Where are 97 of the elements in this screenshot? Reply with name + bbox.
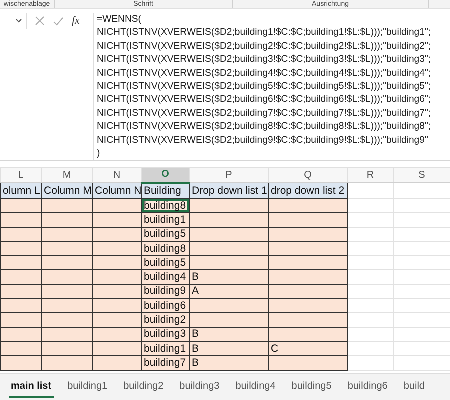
- table-cell[interactable]: B: [190, 270, 268, 284]
- table-cell[interactable]: [190, 312, 268, 328]
- table-cell[interactable]: building1: [142, 212, 190, 228]
- table-cell[interactable]: building8: [142, 241, 190, 256]
- header-cell: Drop down list 1: [190, 182, 268, 198]
- table-cell[interactable]: [92, 298, 142, 313]
- table-cell[interactable]: [92, 312, 142, 328]
- table-cell[interactable]: [0, 298, 42, 313]
- column-header[interactable]: R: [348, 168, 394, 182]
- table-cell[interactable]: B: [190, 327, 268, 342]
- table-cell[interactable]: [0, 212, 42, 228]
- table-cell[interactable]: [42, 241, 92, 256]
- table-cell[interactable]: [0, 327, 42, 342]
- table-cell[interactable]: [0, 356, 42, 370]
- check-icon[interactable]: [53, 16, 64, 26]
- table-cell[interactable]: building5: [142, 256, 190, 270]
- table-cell[interactable]: [268, 356, 348, 370]
- table-cell[interactable]: [268, 198, 348, 213]
- table-cell[interactable]: [42, 256, 92, 270]
- table-cell[interactable]: [268, 298, 348, 313]
- header-cell: olumn L: [0, 182, 42, 198]
- table-cell[interactable]: [190, 212, 268, 228]
- table-cell[interactable]: [268, 284, 348, 299]
- table-cell[interactable]: [42, 198, 92, 213]
- table-cell[interactable]: [0, 256, 42, 270]
- column-header[interactable]: Q: [268, 168, 348, 182]
- table-cell[interactable]: [0, 241, 42, 256]
- table-cell[interactable]: building4: [142, 270, 190, 284]
- table-cell[interactable]: [92, 198, 142, 213]
- sheet-tab[interactable]: building5: [290, 376, 334, 398]
- table-cell[interactable]: building7: [142, 356, 190, 370]
- table-cell[interactable]: building1: [142, 341, 190, 356]
- table-cell[interactable]: building2: [142, 312, 190, 328]
- sheet-tab[interactable]: building1: [66, 376, 110, 398]
- table-cell[interactable]: [268, 241, 348, 256]
- dropdown-caret-icon[interactable]: [16, 19, 22, 23]
- table-cell[interactable]: A: [190, 284, 268, 299]
- table-cell[interactable]: [190, 241, 268, 256]
- table-cell[interactable]: [0, 198, 42, 213]
- header-cell: drop down list 2: [268, 182, 348, 198]
- insert-function-button[interactable]: fx: [72, 15, 80, 27]
- table-cell[interactable]: [190, 198, 268, 213]
- table-cell[interactable]: [268, 256, 348, 270]
- sheet-tab[interactable]: build: [402, 376, 427, 398]
- table-cell[interactable]: [92, 341, 142, 356]
- table-cell[interactable]: [42, 312, 92, 328]
- table-cell[interactable]: [42, 270, 92, 284]
- table-cell[interactable]: [0, 341, 42, 356]
- table-cell[interactable]: [268, 227, 348, 242]
- table-cell[interactable]: [42, 356, 92, 370]
- column-header[interactable]: S: [394, 168, 450, 182]
- table-cell[interactable]: [42, 227, 92, 242]
- formula-field[interactable]: =WENNS( NICHT(ISTNV(XVERWEIS($D2;building1!$C:$C;building1!$L:$L)));"building1"; NICHT(ISTNV(XVERWEIS($D2;building2!$C:$C;building2!$L:$L)));"building2"; NICHT(ISTNV(XVERWEIS($D2;building3!$C:$C;building3!$L:$L)));"building3"; NICHT(ISTNV(XVERWEIS($D2;building4!$C:$C;building4!$L:$L)));"building4"; NICHT(ISTNV(XVERWEIS($D2;building5!$C:$C;building5!$L:$L)));"building5"; NICHT(ISTNV(XVERWEIS($D2;building6!$C:$C;building6!$L:$L)));"building6"; NICHT(ISTNV(XVERWEIS($D2;building7!$C:$C;building7!$L:$L)));"building7"; NICHT(ISTNV(XVERWEIS($D2;building8!$C:$C;building8!$L:$L)));"building8"; NICHT(ISTNV(XVERWEIS($D2;building9!$C:$C;building9!$L:$L)));"building9" ): [93, 13, 450, 160]
- table-cell[interactable]: building5: [142, 227, 190, 242]
- table-cell[interactable]: [42, 327, 92, 342]
- table-cell[interactable]: [0, 270, 42, 284]
- column-header[interactable]: N: [92, 168, 142, 182]
- table-cell[interactable]: [92, 356, 142, 370]
- header-cell: Column M: [42, 182, 92, 198]
- table-cell[interactable]: [190, 298, 268, 313]
- table-cell[interactable]: [268, 270, 348, 284]
- table-cell[interactable]: [0, 312, 42, 328]
- sheet-tab[interactable]: building3: [178, 376, 222, 398]
- table-cell[interactable]: [190, 227, 268, 242]
- table-cell[interactable]: [92, 227, 142, 242]
- table-cell[interactable]: [0, 284, 42, 299]
- sheet-tab[interactable]: building6: [346, 376, 390, 398]
- column-header[interactable]: O: [142, 168, 190, 182]
- sheet-tab[interactable]: building4: [234, 376, 278, 398]
- table-cell[interactable]: [92, 212, 142, 228]
- table-cell[interactable]: [190, 256, 268, 270]
- table-cell[interactable]: [268, 327, 348, 342]
- table-cell[interactable]: B: [190, 341, 268, 356]
- table-cell[interactable]: building3: [142, 327, 190, 342]
- column-header[interactable]: M: [42, 168, 92, 182]
- table-cell[interactable]: B: [190, 356, 268, 370]
- table-cell[interactable]: C: [268, 341, 348, 356]
- table-cell[interactable]: [92, 284, 142, 299]
- table-cell[interactable]: [92, 270, 142, 284]
- table-cell[interactable]: building8: [142, 198, 190, 213]
- table-cell[interactable]: [42, 298, 92, 313]
- table-cell[interactable]: [42, 284, 92, 299]
- table-cell[interactable]: building6: [142, 298, 190, 313]
- table-cell[interactable]: [42, 341, 92, 356]
- sheet-tab[interactable]: building2: [122, 376, 166, 398]
- table-cell[interactable]: [0, 227, 42, 242]
- table-cell[interactable]: [268, 312, 348, 328]
- table-cell[interactable]: [92, 327, 142, 342]
- header-cell: Column N: [92, 182, 142, 198]
- table-cell[interactable]: [92, 256, 142, 270]
- table-cell[interactable]: [268, 212, 348, 228]
- sheet-tab[interactable]: main list: [9, 376, 54, 398]
- column-header[interactable]: L: [0, 168, 42, 182]
- column-header[interactable]: P: [190, 168, 268, 182]
- table-cell[interactable]: [92, 241, 142, 256]
- table-cell[interactable]: [42, 212, 92, 228]
- table-cell[interactable]: building9: [142, 284, 190, 299]
